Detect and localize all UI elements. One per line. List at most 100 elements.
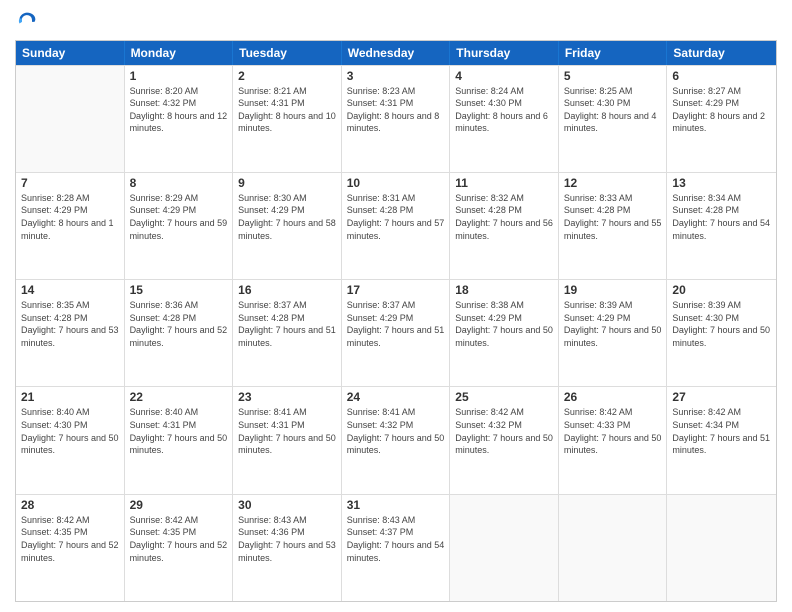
day-info: Sunrise: 8:38 AMSunset: 4:29 PMDaylight:…	[455, 299, 553, 349]
day-info: Sunrise: 8:37 AMSunset: 4:28 PMDaylight:…	[238, 299, 336, 349]
weekday-header: Sunday	[16, 41, 125, 65]
calendar-cell: 10 Sunrise: 8:31 AMSunset: 4:28 PMDayligh…	[342, 173, 451, 279]
calendar-row: 7 Sunrise: 8:28 AMSunset: 4:29 PMDaylight…	[16, 172, 776, 279]
logo-icon	[17, 11, 37, 31]
logo	[15, 10, 37, 32]
calendar-cell: 22 Sunrise: 8:40 AMSunset: 4:31 PMDayligh…	[125, 387, 234, 493]
calendar-cell: 14 Sunrise: 8:35 AMSunset: 4:28 PMDayligh…	[16, 280, 125, 386]
day-info: Sunrise: 8:43 AMSunset: 4:37 PMDaylight:…	[347, 514, 445, 564]
calendar-cell: 17 Sunrise: 8:37 AMSunset: 4:29 PMDayligh…	[342, 280, 451, 386]
day-number: 18	[455, 283, 553, 297]
calendar-cell: 31 Sunrise: 8:43 AMSunset: 4:37 PMDayligh…	[342, 495, 451, 601]
calendar-cell: 4 Sunrise: 8:24 AMSunset: 4:30 PMDaylight…	[450, 66, 559, 172]
day-number: 28	[21, 498, 119, 512]
day-number: 5	[564, 69, 662, 83]
day-info: Sunrise: 8:40 AMSunset: 4:31 PMDaylight:…	[130, 406, 228, 456]
day-number: 21	[21, 390, 119, 404]
calendar-cell: 2 Sunrise: 8:21 AMSunset: 4:31 PMDaylight…	[233, 66, 342, 172]
calendar-row: 21 Sunrise: 8:40 AMSunset: 4:30 PMDayligh…	[16, 386, 776, 493]
day-number: 8	[130, 176, 228, 190]
calendar-body: 1 Sunrise: 8:20 AMSunset: 4:32 PMDaylight…	[16, 65, 776, 601]
day-number: 20	[672, 283, 771, 297]
weekday-header: Tuesday	[233, 41, 342, 65]
day-info: Sunrise: 8:31 AMSunset: 4:28 PMDaylight:…	[347, 192, 445, 242]
day-info: Sunrise: 8:32 AMSunset: 4:28 PMDaylight:…	[455, 192, 553, 242]
calendar-cell: 11 Sunrise: 8:32 AMSunset: 4:28 PMDayligh…	[450, 173, 559, 279]
day-info: Sunrise: 8:23 AMSunset: 4:31 PMDaylight:…	[347, 85, 445, 135]
day-number: 4	[455, 69, 553, 83]
day-number: 30	[238, 498, 336, 512]
calendar-cell: 13Sunrise: 8:34 AMSunset: 4:28 PMDayligh…	[667, 173, 776, 279]
day-info: Sunrise: 8:42 AMSunset: 4:35 PMDaylight:…	[130, 514, 228, 564]
calendar-grid: SundayMondayTuesdayWednesdayThursdayFrid…	[15, 40, 777, 602]
calendar-cell: 9 Sunrise: 8:30 AMSunset: 4:29 PMDaylight…	[233, 173, 342, 279]
day-info: Sunrise: 8:41 AMSunset: 4:31 PMDaylight:…	[238, 406, 336, 456]
day-info: Sunrise: 8:21 AMSunset: 4:31 PMDaylight:…	[238, 85, 336, 135]
day-info: Sunrise: 8:30 AMSunset: 4:29 PMDaylight:…	[238, 192, 336, 242]
calendar-cell: 1 Sunrise: 8:20 AMSunset: 4:32 PMDaylight…	[125, 66, 234, 172]
calendar-row: 14 Sunrise: 8:35 AMSunset: 4:28 PMDayligh…	[16, 279, 776, 386]
calendar-cell: 29Sunrise: 8:42 AMSunset: 4:35 PMDayligh…	[125, 495, 234, 601]
day-number: 1	[130, 69, 228, 83]
day-info: Sunrise: 8:42 AMSunset: 4:33 PMDaylight:…	[564, 406, 662, 456]
day-number: 26	[564, 390, 662, 404]
calendar-row: 28 Sunrise: 8:42 AMSunset: 4:35 PMDayligh…	[16, 494, 776, 601]
calendar-page: SundayMondayTuesdayWednesdayThursdayFrid…	[0, 0, 792, 612]
calendar-cell: 21 Sunrise: 8:40 AMSunset: 4:30 PMDayligh…	[16, 387, 125, 493]
weekday-header: Monday	[125, 41, 234, 65]
calendar-cell: 24Sunrise: 8:41 AMSunset: 4:32 PMDayligh…	[342, 387, 451, 493]
day-info: Sunrise: 8:40 AMSunset: 4:30 PMDaylight:…	[21, 406, 119, 456]
day-number: 2	[238, 69, 336, 83]
calendar-cell	[450, 495, 559, 601]
day-number: 12	[564, 176, 662, 190]
day-number: 25	[455, 390, 553, 404]
day-info: Sunrise: 8:24 AMSunset: 4:30 PMDaylight:…	[455, 85, 553, 135]
day-number: 14	[21, 283, 119, 297]
calendar-cell: 27 Sunrise: 8:42 AMSunset: 4:34 PMDayligh…	[667, 387, 776, 493]
day-number: 23	[238, 390, 336, 404]
day-number: 27	[672, 390, 771, 404]
day-number: 17	[347, 283, 445, 297]
day-number: 19	[564, 283, 662, 297]
calendar-cell: 23 Sunrise: 8:41 AMSunset: 4:31 PMDayligh…	[233, 387, 342, 493]
day-info: Sunrise: 8:29 AMSunset: 4:29 PMDaylight:…	[130, 192, 228, 242]
day-number: 10	[347, 176, 445, 190]
calendar-cell: 18 Sunrise: 8:38 AMSunset: 4:29 PMDayligh…	[450, 280, 559, 386]
day-info: Sunrise: 8:28 AMSunset: 4:29 PMDaylight:…	[21, 192, 119, 242]
day-info: Sunrise: 8:20 AMSunset: 4:32 PMDaylight:…	[130, 85, 228, 135]
calendar-header: SundayMondayTuesdayWednesdayThursdayFrid…	[16, 41, 776, 65]
calendar-cell: 20 Sunrise: 8:39 AMSunset: 4:30 PMDayligh…	[667, 280, 776, 386]
calendar-cell: 26 Sunrise: 8:42 AMSunset: 4:33 PMDayligh…	[559, 387, 668, 493]
weekday-header: Thursday	[450, 41, 559, 65]
calendar-cell: 8 Sunrise: 8:29 AMSunset: 4:29 PMDaylight…	[125, 173, 234, 279]
day-number: 31	[347, 498, 445, 512]
calendar-cell: 6Sunrise: 8:27 AMSunset: 4:29 PMDaylight…	[667, 66, 776, 172]
day-info: Sunrise: 8:42 AMSunset: 4:34 PMDaylight:…	[672, 406, 771, 456]
day-info: Sunrise: 8:39 AMSunset: 4:29 PMDaylight:…	[564, 299, 662, 349]
day-number: 7	[21, 176, 119, 190]
day-number: 6	[672, 69, 771, 83]
weekday-header: Friday	[559, 41, 668, 65]
calendar-cell: 28 Sunrise: 8:42 AMSunset: 4:35 PMDayligh…	[16, 495, 125, 601]
calendar-cell: 5Sunrise: 8:25 AMSunset: 4:30 PMDaylight…	[559, 66, 668, 172]
day-info: Sunrise: 8:42 AMSunset: 4:32 PMDaylight:…	[455, 406, 553, 456]
day-number: 3	[347, 69, 445, 83]
calendar-cell: 30Sunrise: 8:43 AMSunset: 4:36 PMDayligh…	[233, 495, 342, 601]
calendar-cell: 7 Sunrise: 8:28 AMSunset: 4:29 PMDaylight…	[16, 173, 125, 279]
day-info: Sunrise: 8:37 AMSunset: 4:29 PMDaylight:…	[347, 299, 445, 349]
weekday-header: Wednesday	[342, 41, 451, 65]
day-number: 13	[672, 176, 771, 190]
day-number: 22	[130, 390, 228, 404]
page-header	[15, 10, 777, 32]
day-info: Sunrise: 8:36 AMSunset: 4:28 PMDaylight:…	[130, 299, 228, 349]
day-info: Sunrise: 8:35 AMSunset: 4:28 PMDaylight:…	[21, 299, 119, 349]
day-number: 15	[130, 283, 228, 297]
calendar-cell: 19 Sunrise: 8:39 AMSunset: 4:29 PMDayligh…	[559, 280, 668, 386]
calendar-cell: 16Sunrise: 8:37 AMSunset: 4:28 PMDayligh…	[233, 280, 342, 386]
day-info: Sunrise: 8:42 AMSunset: 4:35 PMDaylight:…	[21, 514, 119, 564]
day-info: Sunrise: 8:39 AMSunset: 4:30 PMDaylight:…	[672, 299, 771, 349]
day-number: 9	[238, 176, 336, 190]
calendar-cell: 25 Sunrise: 8:42 AMSunset: 4:32 PMDayligh…	[450, 387, 559, 493]
day-number: 11	[455, 176, 553, 190]
calendar-cell: 15 Sunrise: 8:36 AMSunset: 4:28 PMDayligh…	[125, 280, 234, 386]
